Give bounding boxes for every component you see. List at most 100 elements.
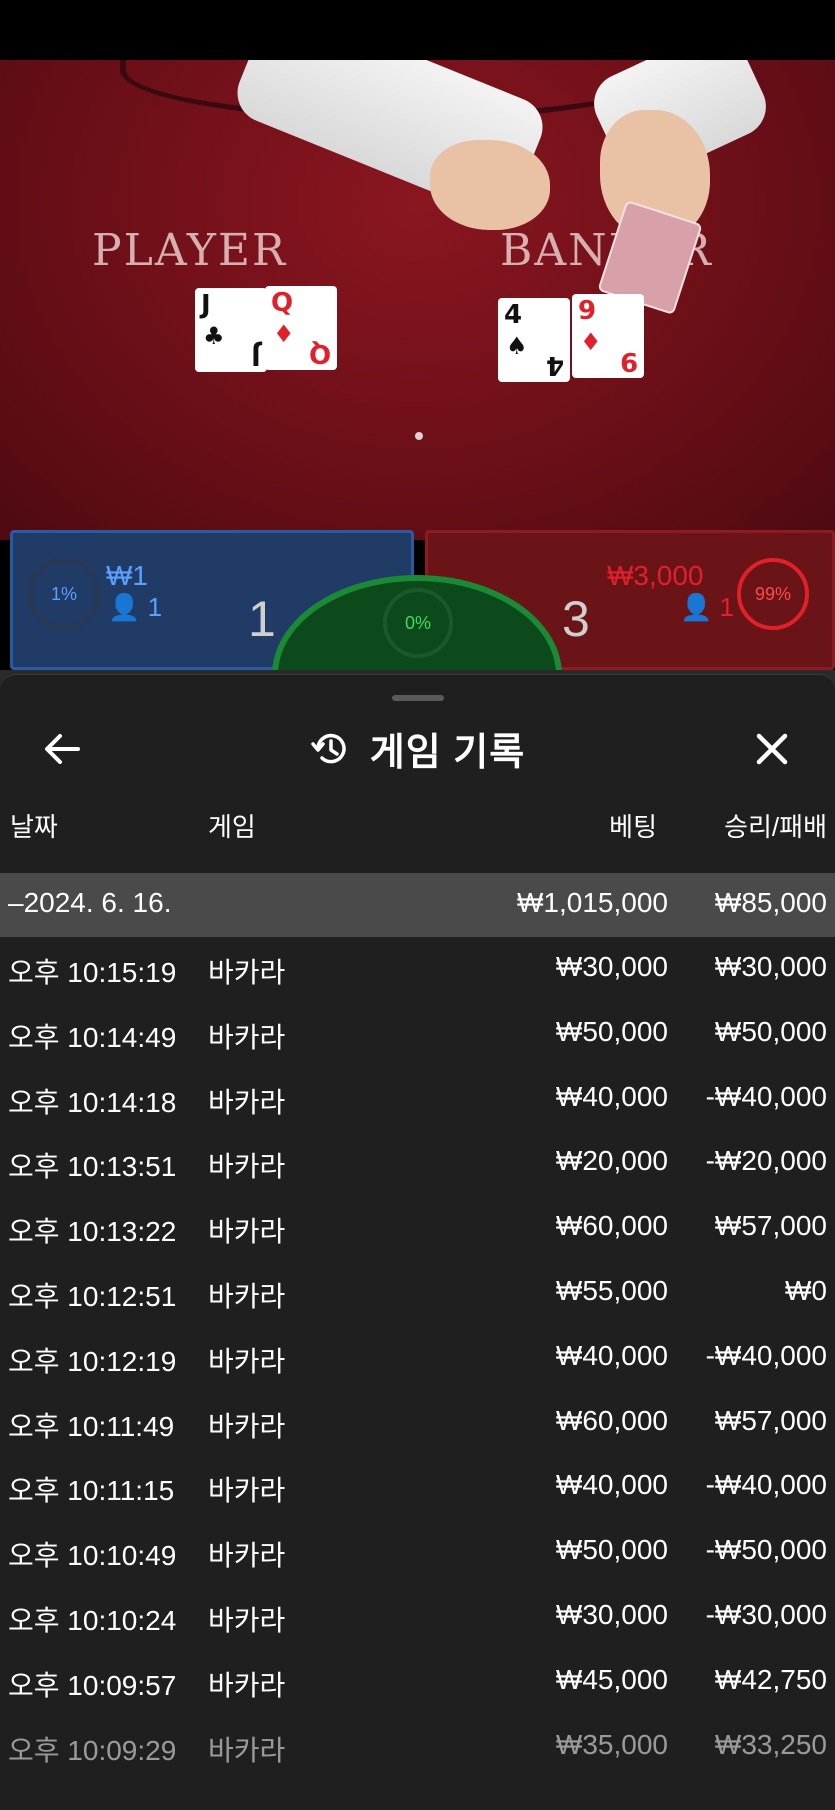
banker-percent-ring: 99%	[737, 558, 809, 630]
user-icon: 👤	[108, 592, 141, 622]
row-game: 바카라	[208, 1345, 286, 1377]
row-bet: ₩60,000	[555, 1210, 668, 1242]
table-row[interactable]: 오후 10:13:51 바카라 ₩20,000 -₩20,000	[0, 1131, 835, 1196]
row-game: 바카라	[208, 1216, 286, 1248]
player-card: Q ♦ Q	[265, 286, 337, 370]
tie-percent-ring: 0%	[383, 588, 453, 658]
table-dot	[415, 432, 423, 440]
row-bet: ₩35,000	[555, 1728, 668, 1760]
row-result: ₩42,750	[714, 1663, 827, 1695]
player-percent-ring: 1%	[28, 558, 100, 630]
group-bet-total: ₩1,015,000	[517, 887, 668, 918]
history-list: 오후 10:15:19 바카라 ₩30,000 ₩30,000 오후 10:14:49 바…	[0, 937, 835, 1779]
row-time: 오후 10:12:19	[8, 1345, 177, 1377]
row-game: 바카라	[208, 1734, 286, 1766]
column-date: 날짜	[10, 812, 58, 842]
table-row[interactable]: 오후 10:11:15 바카라 ₩40,000 -₩40,000	[0, 1455, 835, 1520]
row-time: 오후 10:11:49	[8, 1410, 175, 1442]
row-result: -₩20,000	[705, 1145, 827, 1177]
status-bar	[0, 0, 835, 60]
table-row[interactable]: 오후 10:09:29 바카라 ₩35,000 ₩33,250	[0, 1715, 835, 1780]
row-game: 바카라	[208, 1540, 286, 1572]
row-bet: ₩30,000	[555, 951, 668, 982]
user-icon: 👤	[680, 592, 713, 622]
row-bet: ₩40,000	[555, 1469, 668, 1501]
table-row[interactable]: 오후 10:15:19 바카라 ₩30,000 ₩30,000	[0, 937, 835, 1002]
row-time: 오후 10:10:24	[8, 1604, 177, 1636]
row-bet: ₩50,000	[555, 1015, 668, 1047]
table-row[interactable]: 오후 10:12:19 바카라 ₩40,000 -₩40,000	[0, 1326, 835, 1391]
row-result: ₩50,000	[714, 1015, 827, 1047]
row-bet: ₩60,000	[555, 1404, 668, 1436]
banker-score: 3	[562, 591, 590, 647]
row-time: 오후 10:09:29	[8, 1734, 177, 1766]
drag-handle[interactable]	[392, 695, 444, 701]
row-game: 바카라	[208, 1475, 286, 1507]
player-bettor-count: 👤 1	[108, 592, 163, 622]
sheet-title: 게임 기록	[369, 732, 526, 774]
table-row[interactable]: 오후 10:12:51 바카라 ₩55,000 ₩0	[0, 1261, 835, 1326]
banker-bet-amount: ₩3,000	[607, 560, 704, 591]
row-bet: ₩20,000	[555, 1145, 668, 1177]
row-game: 바카라	[208, 1410, 286, 1442]
table-row[interactable]: 오후 10:11:49 바카라 ₩60,000 ₩57,000	[0, 1391, 835, 1456]
row-result: -₩50,000	[705, 1534, 827, 1566]
table-row[interactable]: 오후 10:10:24 바카라 ₩30,000 -₩30,000	[0, 1585, 835, 1650]
sheet-header: 게임 기록	[0, 713, 835, 783]
live-video: PLAYER BANKER J ♣ J Q ♦ Q 4 ♠ 4 9 ♦ 9	[0, 60, 835, 540]
row-bet: ₩55,000	[555, 1274, 668, 1306]
row-result: -₩40,000	[705, 1080, 827, 1112]
table-row[interactable]: 오후 10:14:18 바카라 ₩40,000 -₩40,000	[0, 1067, 835, 1132]
row-time: 오후 10:13:51	[8, 1151, 177, 1183]
row-result: ₩33,250	[714, 1728, 827, 1760]
row-result: -₩30,000	[705, 1598, 827, 1630]
column-game: 게임	[208, 812, 256, 842]
row-game: 바카라	[208, 1086, 286, 1118]
row-bet: ₩45,000	[555, 1663, 668, 1695]
row-time: 오후 10:15:19	[8, 957, 177, 988]
row-result: ₩0	[785, 1274, 827, 1306]
banker-card: 9 ♦ 9	[572, 294, 644, 378]
row-game: 바카라	[208, 1604, 286, 1636]
row-bet: ₩40,000	[555, 1339, 668, 1371]
row-time: 오후 10:14:49	[8, 1021, 177, 1053]
row-result: -₩40,000	[705, 1469, 827, 1501]
row-time: 오후 10:09:57	[8, 1669, 177, 1701]
dealer-hand	[430, 140, 550, 230]
group-result-total: ₩85,000	[714, 887, 827, 918]
table-row[interactable]: 오후 10:13:22 바카라 ₩60,000 ₩57,000	[0, 1196, 835, 1261]
close-icon	[756, 733, 788, 765]
row-game: 바카라	[208, 1280, 286, 1312]
row-bet: ₩30,000	[555, 1598, 668, 1630]
row-result: ₩57,000	[714, 1210, 827, 1242]
row-result: ₩57,000	[714, 1404, 827, 1436]
player-table-label: PLAYER	[92, 225, 288, 276]
player-score: 1	[248, 591, 276, 647]
row-time: 오후 10:12:51	[8, 1280, 177, 1312]
table-row[interactable]: 오후 10:14:49 바카라 ₩50,000 ₩50,000	[0, 1002, 835, 1067]
history-icon	[311, 733, 346, 763]
betting-area: 1% ₩1 👤 1 1 0% 3 ₩3,000 👤 1 99%	[0, 530, 835, 775]
banker-bettor-count: 👤 1	[680, 592, 735, 622]
row-game: 바카라	[208, 1021, 286, 1053]
game-history-sheet: 게임 기록 날짜 게임 베팅 승리/패배 –2024. 6. 16. ₩1,01…	[0, 674, 835, 1810]
row-result: ₩30,000	[714, 951, 827, 982]
table-row[interactable]: 오후 10:10:49 바카라 ₩50,000 -₩50,000	[0, 1520, 835, 1585]
player-bet-amount: ₩1	[106, 560, 148, 591]
date-group-row[interactable]: –2024. 6. 16. ₩1,015,000 ₩85,000	[0, 873, 835, 937]
row-game: 바카라	[208, 1151, 286, 1183]
row-bet: ₩40,000	[555, 1080, 668, 1112]
column-bet: 베팅	[609, 812, 657, 842]
group-date: –2024. 6. 16.	[8, 887, 172, 918]
column-result: 승리/패배	[724, 812, 827, 842]
row-time: 오후 10:14:18	[8, 1086, 177, 1118]
banker-card: 4 ♠ 4	[498, 298, 570, 382]
row-time: 오후 10:10:49	[8, 1540, 177, 1572]
close-button[interactable]	[748, 725, 796, 773]
table-row[interactable]: 오후 10:09:57 바카라 ₩45,000 ₩42,750	[0, 1650, 835, 1715]
row-bet: ₩50,000	[555, 1534, 668, 1566]
row-game: 바카라	[208, 957, 286, 988]
table-header: 날짜 게임 베팅 승리/패배	[0, 807, 835, 849]
row-game: 바카라	[208, 1669, 286, 1701]
row-time: 오후 10:11:15	[8, 1475, 175, 1507]
